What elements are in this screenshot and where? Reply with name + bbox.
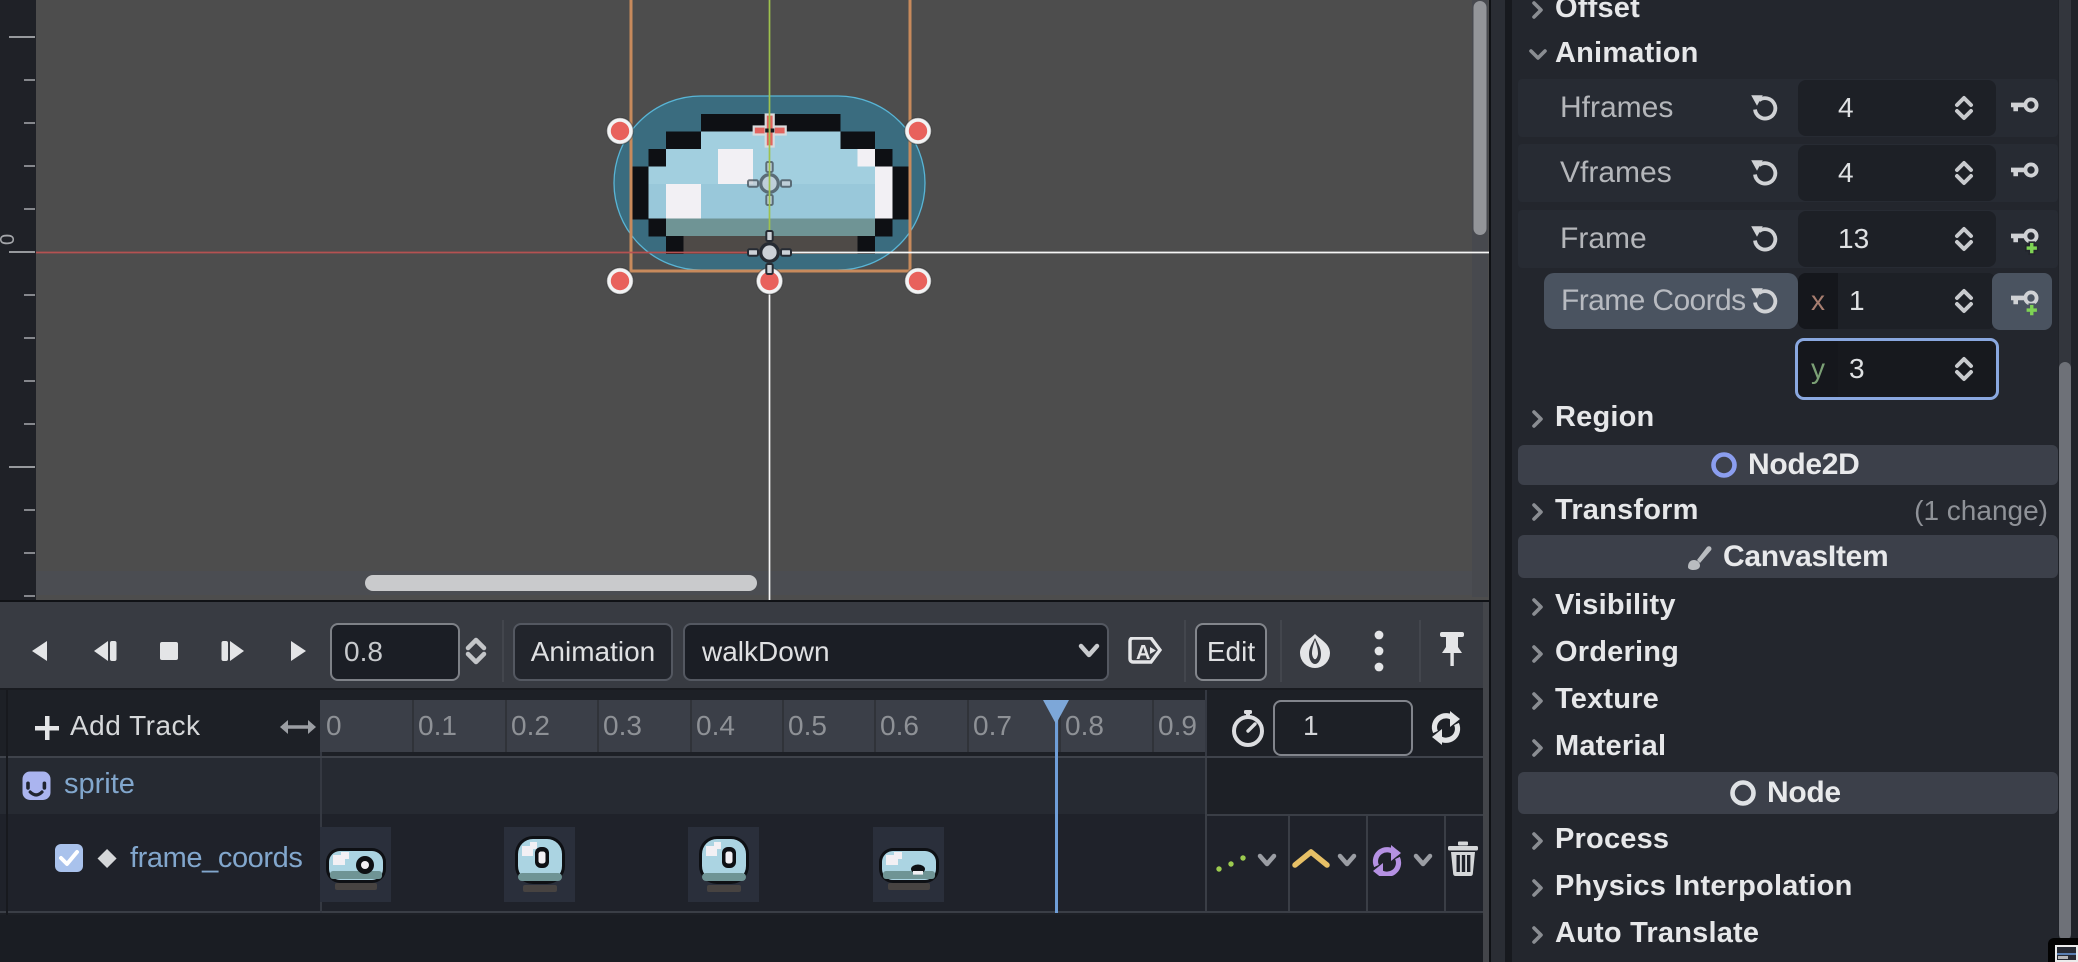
- svg-text:A: A: [1136, 642, 1150, 664]
- svg-text:0: 0: [0, 234, 19, 245]
